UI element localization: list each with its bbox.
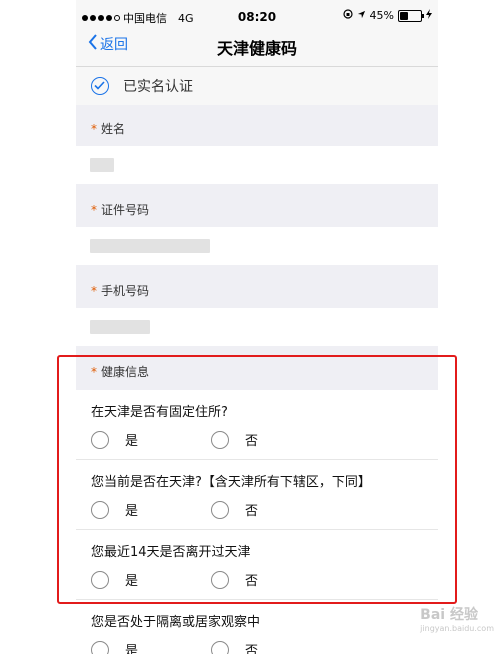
name-label: * 姓名 (91, 120, 125, 137)
health-label: * 健康信息 (91, 363, 149, 380)
charging-icon (426, 9, 432, 22)
divider (76, 529, 438, 530)
required-mark: * (91, 203, 97, 217)
option-yes[interactable]: 是 (91, 430, 138, 449)
question-text: 在天津是否有固定住所? (91, 405, 228, 420)
redacted-text (90, 239, 210, 253)
option-label: 否 (245, 504, 259, 519)
radio-icon[interactable] (91, 500, 109, 519)
watermark-url: jingyan.baidu.com (420, 624, 494, 633)
phone-field[interactable] (76, 308, 438, 346)
radio-icon[interactable] (211, 430, 229, 449)
question-text: 您是否处于隔离或居家观察中 (91, 615, 261, 630)
battery-percent: 45% (369, 9, 394, 22)
navigation-bar: 返回 天津健康码 (76, 26, 438, 67)
id-label: * 证件号码 (91, 201, 149, 218)
phone-label-text: 手机号码 (101, 284, 150, 298)
redacted-text (90, 320, 150, 334)
id-label-text: 证件号码 (101, 203, 150, 217)
option-yes[interactable]: 是 (91, 640, 138, 654)
option-yes[interactable]: 是 (91, 500, 138, 519)
option-label: 否 (245, 574, 259, 589)
verified-banner: 已实名认证 (76, 67, 438, 105)
health-questions: 在天津是否有固定住所? 是 否 您当前是否在天津?【含天津所有下辖区，下同】 是… (76, 390, 438, 654)
divider (76, 599, 438, 600)
page-title: 天津健康码 (216, 39, 297, 58)
radio-icon[interactable] (91, 640, 109, 654)
rotation-lock-icon (342, 9, 353, 22)
watermark-brand: Bai 经验 (420, 607, 478, 623)
id-number-field[interactable] (76, 227, 438, 265)
option-no[interactable]: 否 (211, 570, 258, 589)
required-mark: * (91, 365, 97, 379)
option-label: 是 (125, 644, 139, 654)
phone-label: * 手机号码 (91, 282, 149, 299)
verified-label: 已实名认证 (123, 79, 193, 95)
phone-screen: 中国电信 4G 08:20 45% 返回 天津健康码 已实名认证 * 姓名 * … (76, 0, 438, 654)
name-field[interactable] (76, 146, 438, 184)
option-label: 是 (125, 574, 139, 589)
option-label: 是 (125, 504, 139, 519)
health-label-text: 健康信息 (101, 365, 150, 379)
radio-icon[interactable] (91, 430, 109, 449)
radio-icon[interactable] (91, 570, 109, 589)
required-mark: * (91, 284, 97, 298)
question-text: 您当前是否在天津?【含天津所有下辖区，下同】 (91, 475, 371, 490)
battery-icon (398, 9, 424, 22)
option-label: 否 (245, 434, 259, 449)
option-label: 否 (245, 644, 259, 654)
option-yes[interactable]: 是 (91, 570, 138, 589)
option-no[interactable]: 否 (211, 430, 258, 449)
radio-icon[interactable] (211, 570, 229, 589)
radio-icon[interactable] (211, 640, 229, 654)
location-icon (357, 9, 366, 22)
required-mark: * (91, 122, 97, 136)
name-label-text: 姓名 (101, 122, 126, 136)
option-no[interactable]: 否 (211, 640, 258, 654)
radio-icon[interactable] (211, 500, 229, 519)
question-text: 您最近14天是否离开过天津 (91, 545, 251, 560)
option-no[interactable]: 否 (211, 500, 258, 519)
watermark: Bai 经验 jingyan.baidu.com (420, 604, 494, 633)
redacted-text (90, 158, 114, 172)
option-label: 是 (125, 434, 139, 449)
divider (76, 459, 438, 460)
check-circle-icon (91, 77, 109, 95)
